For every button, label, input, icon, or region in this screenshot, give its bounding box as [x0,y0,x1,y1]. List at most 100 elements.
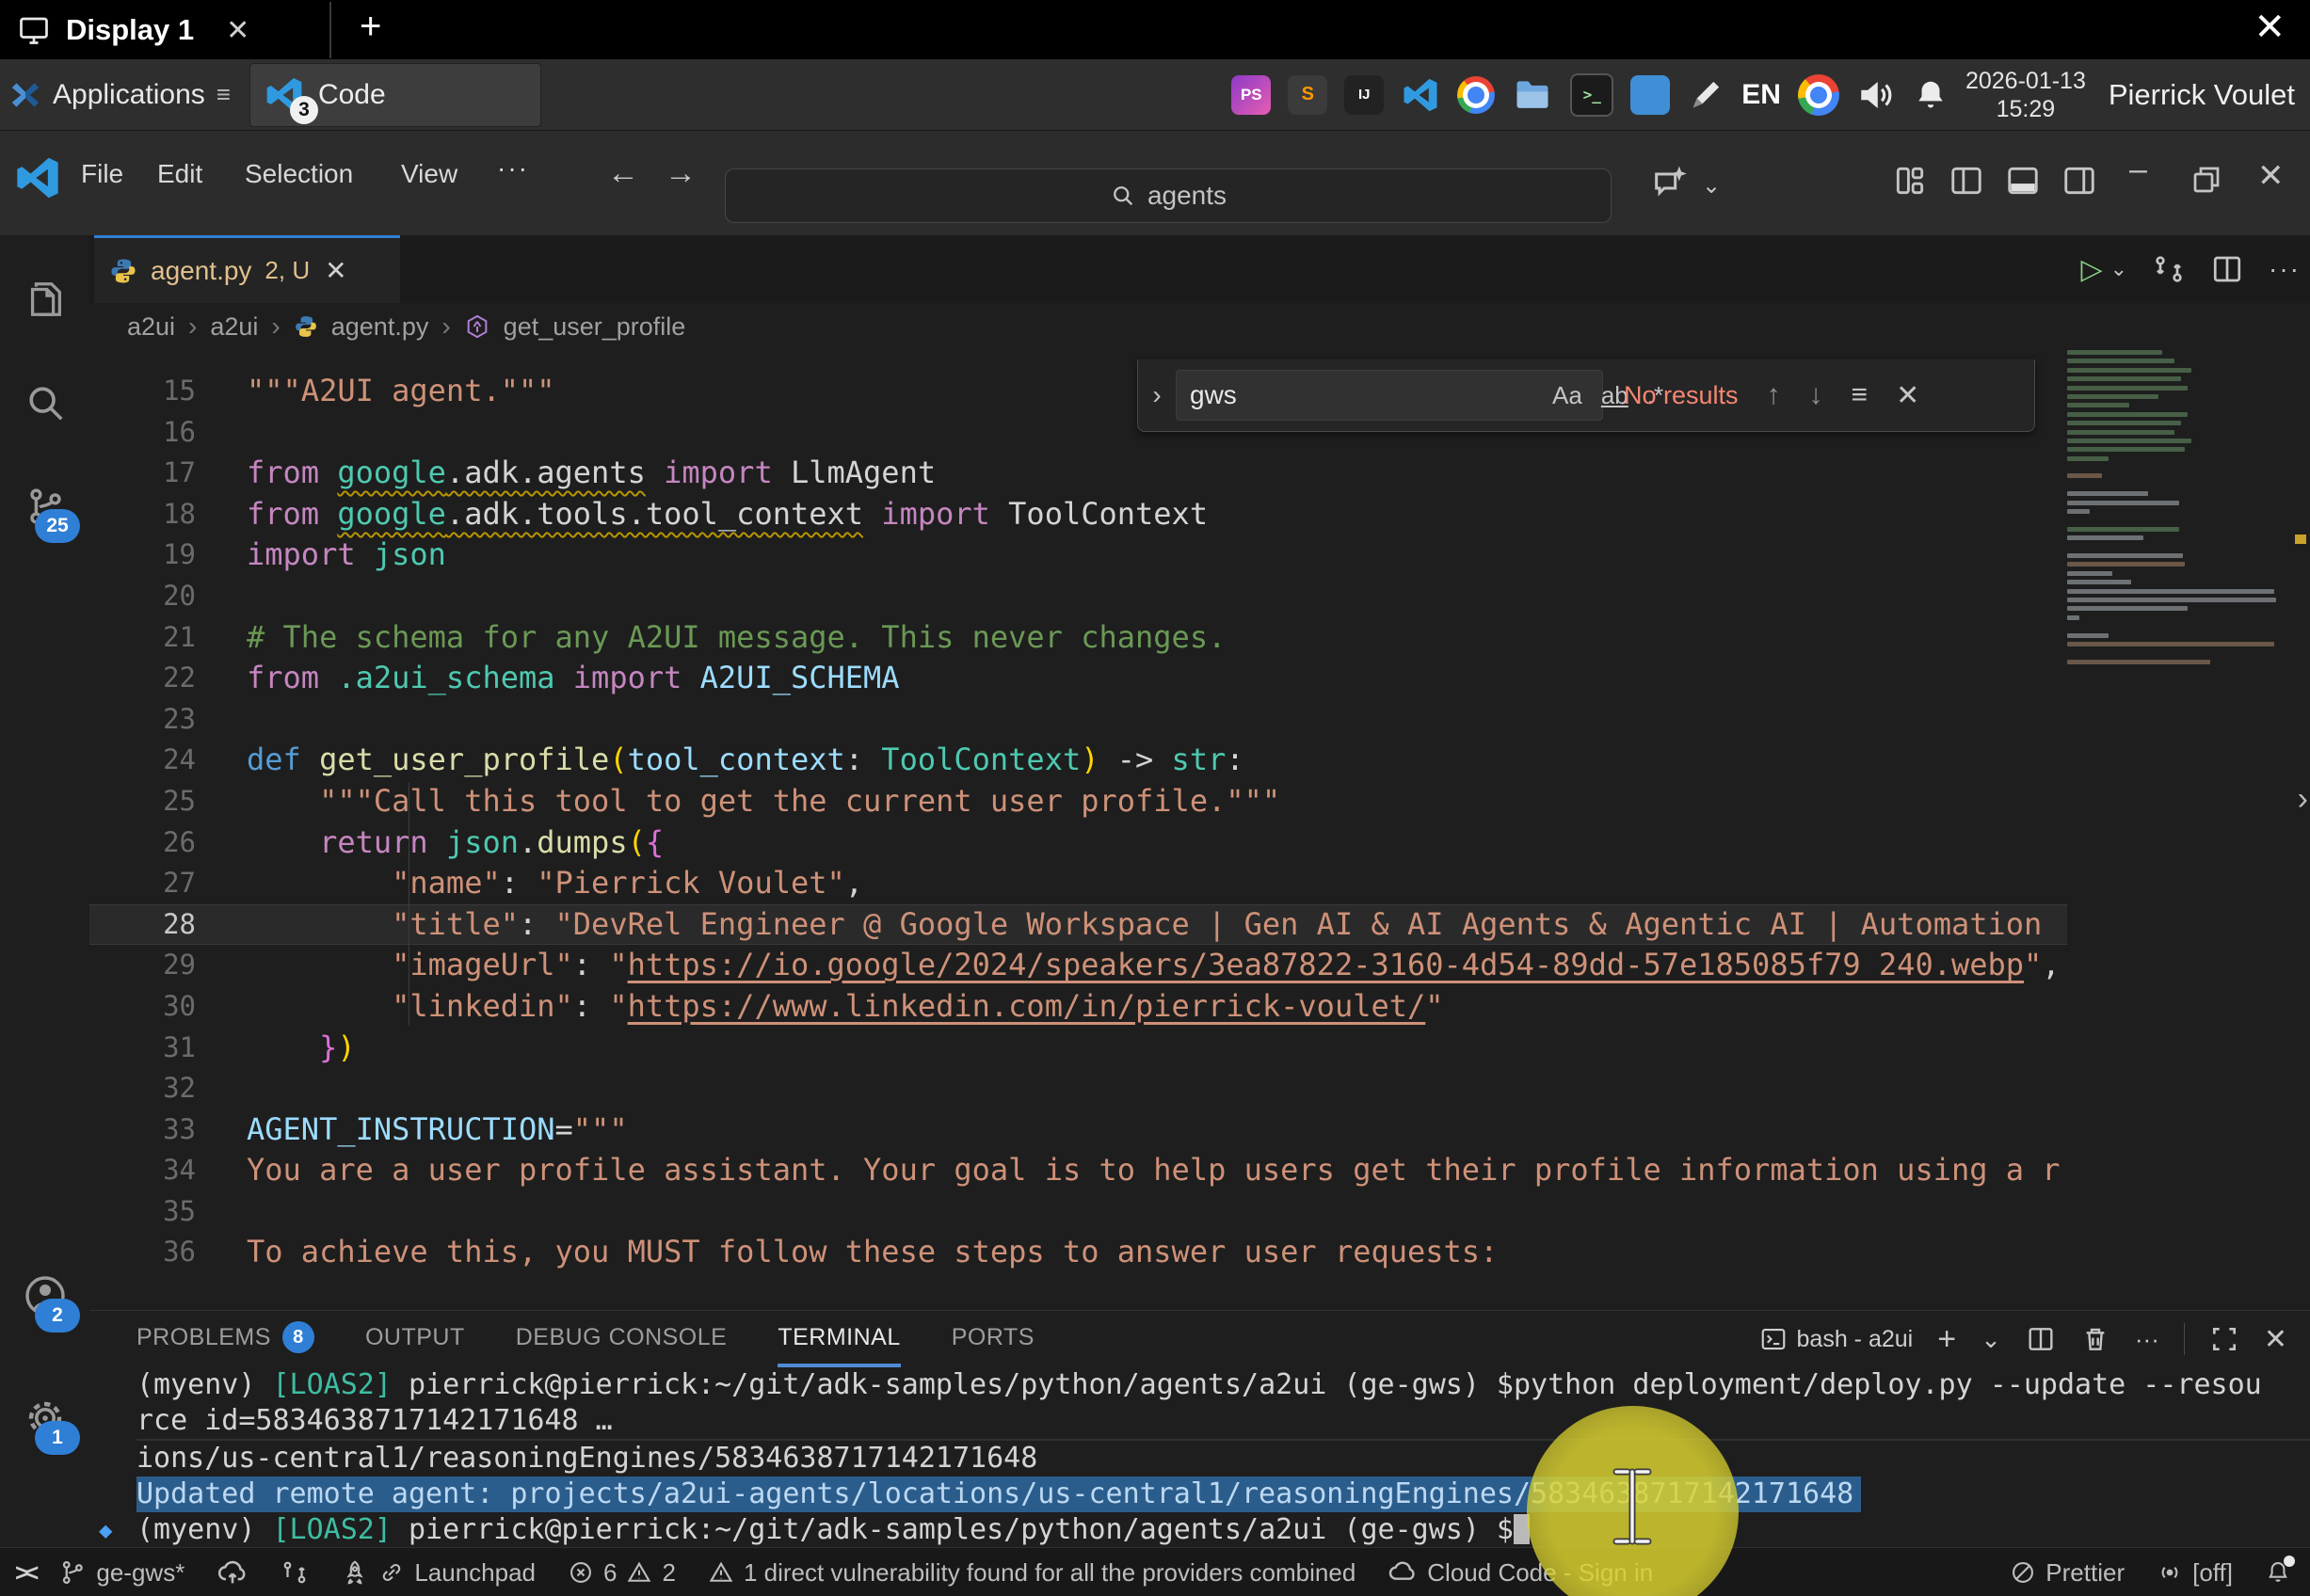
breadcrumb-file[interactable]: agent.py [331,312,429,342]
clock[interactable]: 2026-01-13 15:29 [1965,67,2086,123]
sublime-tray-icon[interactable]: S [1288,75,1327,115]
chrome-tray-icon[interactable] [1457,76,1495,114]
nav-forward-icon[interactable]: → [665,155,697,192]
find-in-selection-icon[interactable]: ≡ [1852,379,1869,411]
find-expand-icon[interactable]: › [1138,380,1176,410]
run-python-icon[interactable]: ▷ [2081,253,2103,286]
search-icon[interactable] [0,358,89,447]
find-next-icon[interactable]: ↓ [1809,379,1823,411]
code-line-20[interactable]: 20 [89,576,2067,617]
maximize-panel-icon[interactable] [2209,1324,2239,1354]
code-line-26[interactable]: 26 return json.dumps({ [89,822,2067,864]
terminal-line-5[interactable]: ◆(myenv) [LOAS2] pierrick@pierrick:~/git… [136,1512,2310,1548]
publish-changes-icon[interactable] [217,1556,249,1588]
explorer-icon[interactable] [0,254,89,343]
window-list-icon[interactable]: ≡ [217,80,231,109]
code-window-button[interactable]: 3 Code [249,63,541,127]
compare-changes-icon[interactable] [281,1558,309,1587]
panel-tab-ports[interactable]: PORTS [952,1311,1035,1367]
problems-item[interactable]: 6 2 [568,1558,676,1588]
command-decoration-icon[interactable]: ◆ [99,1512,112,1548]
code-line-27[interactable]: 27 "name": "Pierrick Voulet", [89,863,2067,904]
tab-agent-py[interactable]: agent.py 2, U ✕ [94,235,400,303]
code-line-22[interactable]: 22from .a2ui_schema import A2UI_SCHEMA [89,658,2067,699]
terminal-line-1[interactable]: (myenv) [LOAS2] pierrick@pierrick:~/git/… [136,1367,2310,1403]
tab-close-icon[interactable]: ✕ [325,255,346,286]
terminal[interactable]: (myenv) [LOAS2] pierrick@pierrick:~/git/… [89,1367,2310,1548]
panel-tab-terminal[interactable]: TERMINAL [778,1311,900,1367]
vulnerability-item[interactable]: 1 direct vulnerability found for all the… [708,1558,1356,1588]
display-tab[interactable]: Display 1 ✕ [17,8,249,53]
panel-tab-output[interactable]: OUTPUT [365,1311,465,1367]
breadcrumb-symbol[interactable]: get_user_profile [504,312,686,342]
breadcrumb-folder[interactable]: a2ui [127,312,175,342]
vscode-tray-icon[interactable] [1401,75,1440,115]
panel-tab-debug-console[interactable]: DEBUG CONSOLE [516,1311,728,1367]
customize-layout-icon[interactable] [1892,163,1928,199]
toggle-secondary-sidebar-icon[interactable] [2061,163,2097,199]
menu-file[interactable]: File [81,159,123,189]
find-previous-icon[interactable]: ↑ [1767,379,1781,411]
run-dropdown-icon[interactable]: ⌄ [2110,257,2127,281]
code-line-18[interactable]: 18from google.adk.tools.tool_context imp… [89,494,2067,535]
code-line-34[interactable]: 34You are a user profile assistant. Your… [89,1150,2067,1191]
prettier-item[interactable]: Prettier [2010,1558,2125,1588]
split-editor-icon[interactable] [2210,252,2244,286]
code-editor[interactable]: 15"""A2UI agent."""1617from google.adk.a… [89,350,2310,1310]
settings-gear-icon[interactable]: 1 [0,1373,89,1462]
code-line-19[interactable]: 19import json [89,535,2067,576]
chevron-right-icon[interactable]: › [2298,781,2308,818]
code-line-29[interactable]: 29 "imageUrl": "https://io.google/2024/s… [89,945,2067,986]
split-terminal-icon[interactable] [2026,1324,2056,1354]
code-line-36[interactable]: 36To achieve this, you MUST follow these… [89,1232,2067,1273]
find-close-icon[interactable]: ✕ [1896,379,1919,412]
git-branch-item[interactable]: ge-gws* [58,1558,184,1588]
panel-tab-problems[interactable]: PROBLEMS8 [136,1311,314,1367]
keyboard-layout[interactable]: EN [1741,79,1781,111]
code-line-17[interactable]: 17from google.adk.agents import LlmAgent [89,453,2067,494]
command-center-search[interactable]: agents [725,168,1612,223]
nav-back-icon[interactable]: ← [607,155,639,192]
restore-icon[interactable] [2190,163,2223,197]
window-close-icon[interactable]: ✕ [2257,157,2285,195]
toggle-sidebar-icon[interactable] [1949,163,1984,199]
code-line-25[interactable]: 25 """Call this tool to get the current … [89,781,2067,822]
panel-more-icon[interactable]: ··· [2135,1325,2159,1354]
toggle-panel-icon[interactable] [2005,163,2041,199]
window-close-icon[interactable]: ✕ [2254,6,2286,49]
menu-view[interactable]: View [401,159,457,189]
code-line-30[interactable]: 30 "linkedin": "https://www.linkedin.com… [89,986,2067,1028]
code-line-24[interactable]: 24def get_user_profile(tool_context: Too… [89,740,2067,781]
code-line-31[interactable]: 31 }) [89,1028,2067,1069]
code-line-32[interactable]: 32 [89,1068,2067,1109]
terminal-instance[interactable]: bash - a2ui [1759,1325,1914,1353]
match-case-toggle[interactable]: Aa [1543,381,1592,410]
menu-selection[interactable]: Selection [245,159,353,189]
code-line-21[interactable]: 21# The schema for any A2UI message. Thi… [89,617,2067,659]
copilot-chevron-icon[interactable]: ⌄ [1702,172,1721,200]
intellij-tray-icon[interactable]: IJ [1344,75,1384,115]
notifications-bell-icon[interactable] [1913,77,1949,113]
minimap[interactable] [2067,350,2291,1310]
new-tab-button[interactable]: + [360,6,381,48]
terminal-line-3[interactable]: ions/us-central1/reasoningEngines/583463… [136,1439,2310,1476]
code-line-28[interactable]: 28 "title": "DevRel Engineer @ Google Wo… [89,904,2067,946]
minimize-icon[interactable]: – [2129,152,2147,188]
find-input-box[interactable]: Aa ab .* [1176,370,1603,421]
accounts-icon[interactable]: 2 [0,1251,89,1340]
pen-tray-icon[interactable] [1687,76,1724,114]
code-line-35[interactable]: 35 [89,1191,2067,1233]
applications-menu[interactable]: Applications ≡ [0,59,240,130]
find-input[interactable] [1177,380,1543,410]
close-tab-icon[interactable]: ✕ [226,14,249,47]
code-line-33[interactable]: 33AGENT_INSTRUCTION=""" [89,1109,2067,1151]
pycharm-tray-icon[interactable]: PS [1231,75,1271,115]
volume-icon[interactable] [1856,75,1896,115]
close-panel-icon[interactable]: ✕ [2264,1323,2287,1356]
terminal-tray-icon[interactable]: >_ [1570,73,1613,117]
new-terminal-icon[interactable]: + [1937,1321,1956,1358]
launchpad-item[interactable]: Launchpad [341,1558,536,1588]
chrome-active-tray-icon[interactable] [1798,74,1839,116]
terminal-line-2[interactable]: rce id=5834638717142171648 … [136,1403,2310,1439]
source-control-icon[interactable]: 25 [0,461,89,551]
